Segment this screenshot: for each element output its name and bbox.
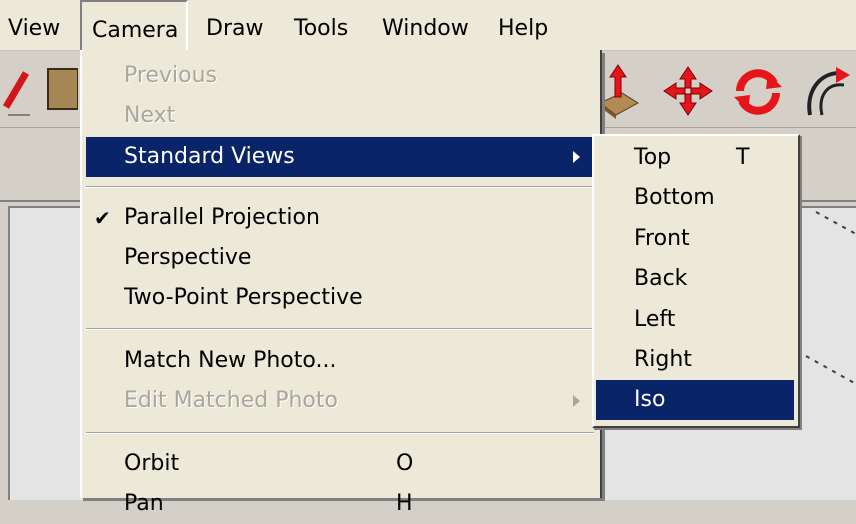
menu-view[interactable]: View bbox=[4, 0, 64, 50]
submenu-item-left[interactable]: Left bbox=[596, 300, 794, 340]
submenu-item-bottom[interactable]: Bottom bbox=[596, 178, 794, 218]
standard-views-submenu: Top T Bottom Front Back Left Right Iso bbox=[592, 134, 800, 428]
rectangle-icon[interactable] bbox=[44, 63, 79, 119]
menu-item-parallel-projection[interactable]: ✔ Parallel Projection bbox=[86, 198, 594, 238]
push-pull-icon[interactable] bbox=[598, 63, 640, 125]
menu-item-two-point-perspective[interactable]: Two-Point Perspective bbox=[86, 278, 594, 318]
menu-item-next[interactable]: Next bbox=[86, 96, 594, 136]
menu-item-previous[interactable]: Previous bbox=[86, 56, 594, 96]
menu-window[interactable]: Window bbox=[378, 0, 473, 50]
menu-separator bbox=[86, 186, 594, 188]
submenu-item-front[interactable]: Front bbox=[596, 219, 794, 259]
menu-help[interactable]: Help bbox=[494, 0, 552, 50]
menu-item-pan[interactable]: Pan H bbox=[86, 484, 594, 524]
menu-item-standard-views[interactable]: Standard Views bbox=[86, 137, 594, 177]
pencil-icon[interactable] bbox=[2, 63, 32, 123]
rotate-icon[interactable] bbox=[730, 63, 786, 125]
chevron-right-icon bbox=[573, 395, 580, 407]
menu-item-match-new-photo[interactable]: Match New Photo... bbox=[86, 341, 594, 381]
submenu-item-back[interactable]: Back bbox=[596, 259, 794, 299]
menu-item-perspective[interactable]: Perspective bbox=[86, 238, 594, 278]
menu-camera[interactable]: Camera bbox=[80, 0, 188, 50]
camera-menu: Previous Next Standard Views ✔ Parallel … bbox=[80, 50, 602, 516]
move-icon[interactable] bbox=[660, 63, 716, 125]
submenu-item-top[interactable]: Top T bbox=[596, 138, 794, 178]
menu-item-orbit[interactable]: Orbit O bbox=[86, 444, 594, 484]
menu-separator bbox=[86, 432, 594, 434]
menu-bar: View Camera Draw Tools Window Help bbox=[0, 0, 856, 51]
submenu-item-iso[interactable]: Iso bbox=[596, 380, 794, 420]
menu-tools[interactable]: Tools bbox=[290, 0, 352, 50]
checkmark-icon: ✔ bbox=[94, 206, 111, 230]
menu-item-edit-matched-photo[interactable]: Edit Matched Photo bbox=[86, 381, 594, 421]
submenu-item-right[interactable]: Right bbox=[596, 340, 794, 380]
chevron-right-icon bbox=[573, 151, 580, 163]
menu-draw[interactable]: Draw bbox=[202, 0, 267, 50]
menu-separator bbox=[86, 328, 594, 330]
follow-me-icon[interactable] bbox=[800, 63, 856, 125]
